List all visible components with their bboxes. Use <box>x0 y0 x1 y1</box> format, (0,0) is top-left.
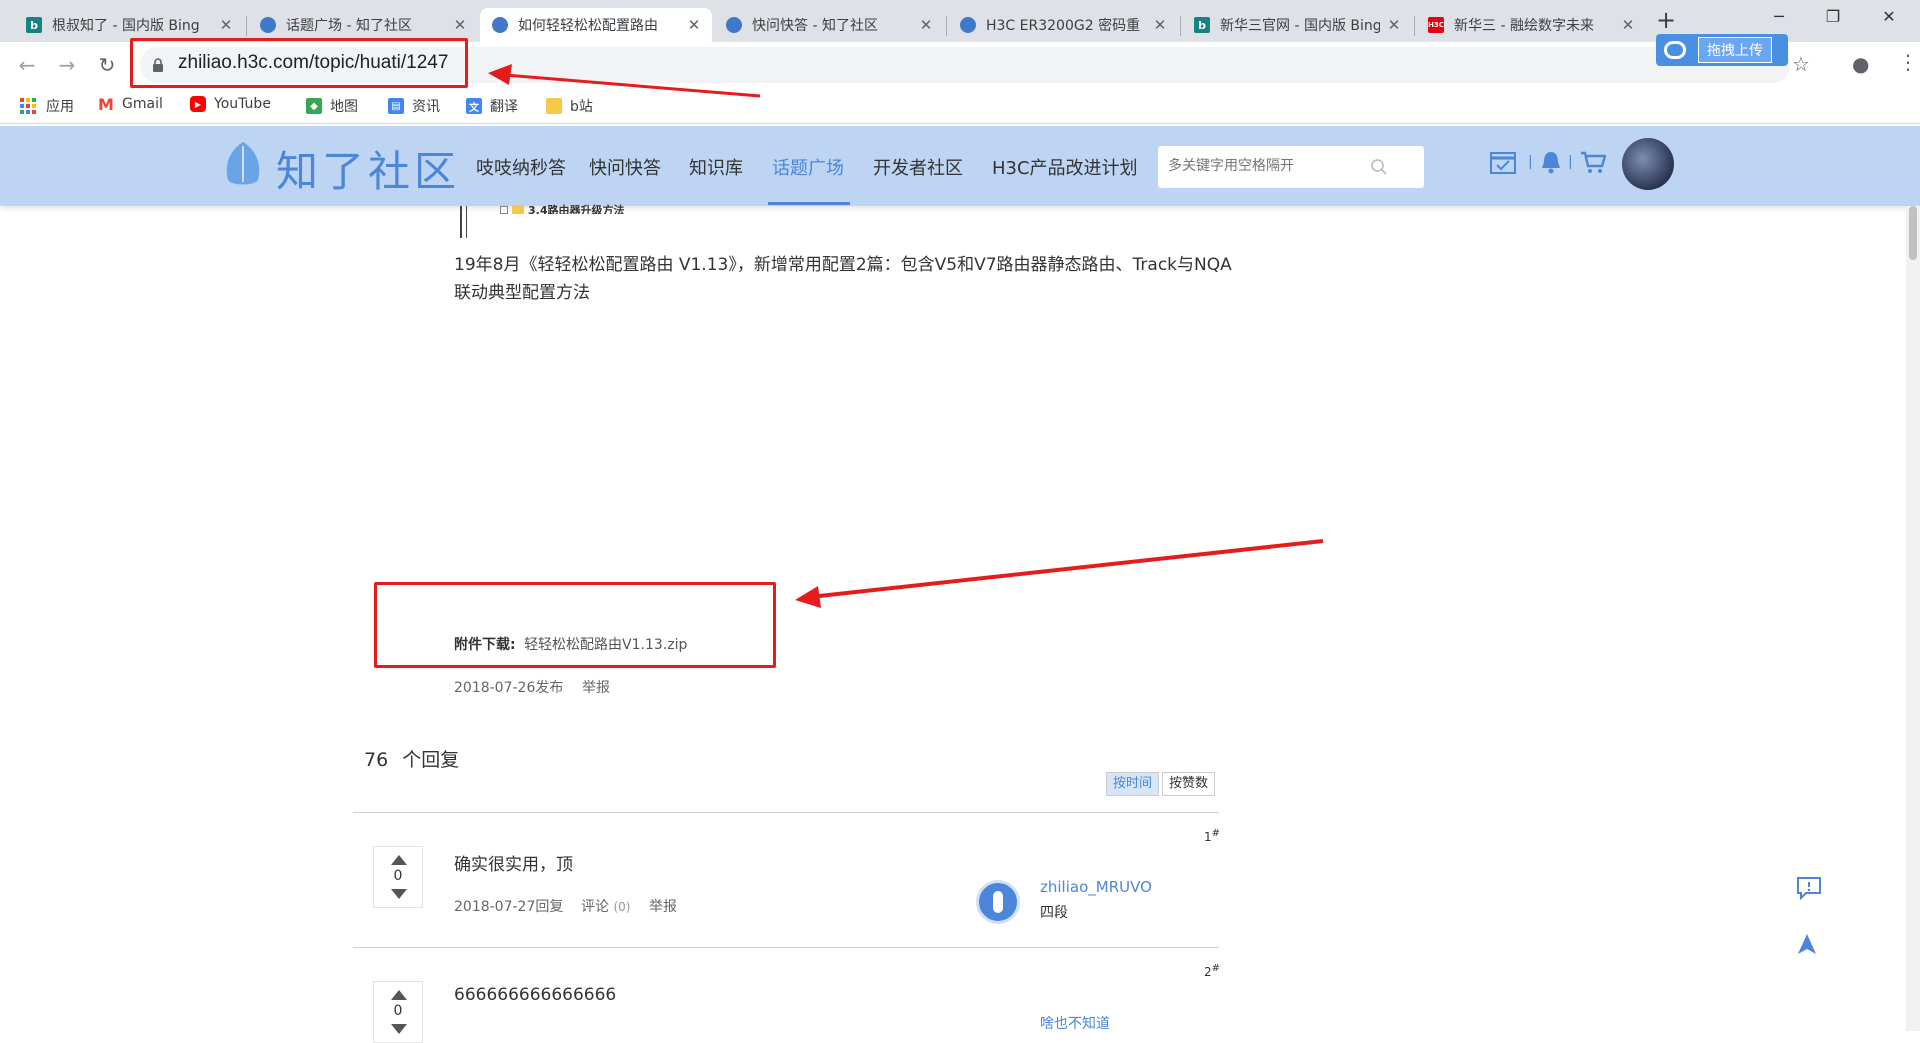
upvote-icon[interactable] <box>391 855 407 865</box>
reply-divider <box>353 812 1219 813</box>
vote-count: 0 <box>393 1003 403 1019</box>
comment-label: 评论 <box>581 899 609 915</box>
reply-username[interactable]: 啥也不知道 <box>1040 1013 1110 1033</box>
comment-link[interactable]: 评论 (0) <box>581 896 630 916</box>
zhiliao-avatar-icon <box>993 891 1003 913</box>
reply-username[interactable]: zhiliao_MRUVO <box>1040 878 1152 896</box>
annotation-arrows <box>488 64 1324 608</box>
sort-by-time-button[interactable]: 按时间 <box>1106 772 1160 796</box>
reply-text: 666666666666666 <box>454 985 617 1005</box>
downvote-icon[interactable] <box>391 1024 407 1034</box>
vote-widget: 0 <box>373 846 423 908</box>
vote-count: 0 <box>393 868 403 884</box>
comment-count: (0) <box>613 900 631 914</box>
floor-number: 2# <box>1204 963 1221 979</box>
downvote-icon[interactable] <box>391 889 407 899</box>
back-to-top-icon[interactable] <box>1796 932 1818 956</box>
upvote-icon[interactable] <box>391 990 407 1000</box>
reply-text: 确实很实用，顶 <box>454 855 573 875</box>
reply-date: 2018-07-27回复 <box>454 899 564 915</box>
report-link[interactable]: 举报 <box>649 896 677 916</box>
annotation-arrow-url <box>488 64 761 98</box>
reply-count-number: 76 <box>364 749 389 771</box>
floor-number: 1# <box>1204 828 1221 844</box>
reply-count: 76 个回复 <box>364 745 459 772</box>
sort-by-likes-button[interactable]: 按赞数 <box>1162 772 1216 796</box>
user-rank: 四段 <box>1040 905 1068 921</box>
vote-widget: 0 <box>373 981 423 1043</box>
reply-count-label: 个回复 <box>402 749 460 771</box>
reply-divider <box>353 947 1219 948</box>
annotation-arrow-attachment <box>795 539 1324 608</box>
feedback-icon[interactable] <box>1796 876 1822 900</box>
user-avatar[interactable] <box>976 880 1020 924</box>
